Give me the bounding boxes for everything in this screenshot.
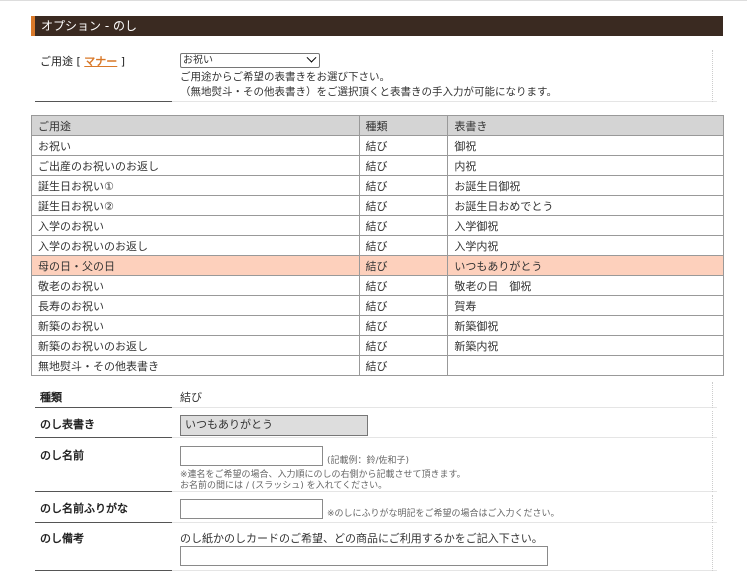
cell-omote: いつもありがとう [447, 255, 724, 276]
cell-type: 結び [358, 275, 449, 296]
usage-label-close: ] [117, 55, 126, 68]
cell-usage: 誕生日お祝い① [31, 175, 360, 196]
cell-omote [447, 355, 724, 376]
cell-omote: 新築御祝 [447, 315, 724, 336]
row-divider [172, 570, 717, 571]
table-row-selected[interactable]: 母の日・父の日 結び いつもありがとう [31, 255, 724, 276]
table-row[interactable]: お祝い 結び 御祝 [31, 135, 724, 156]
table-header-row: ご用途 種類 表書き [31, 115, 724, 136]
table-row[interactable]: 新築のお祝い 結び 新築御祝 [31, 315, 724, 336]
top-divider [0, 0, 747, 1]
furigana-note: ※のしにふりがな明記をご希望の場合はご入力ください。 [327, 509, 560, 519]
bikou-input[interactable] [180, 546, 548, 566]
row-divider [172, 407, 717, 408]
cell-type: 結び [358, 195, 449, 216]
cell-type: 結び [358, 135, 449, 156]
row-dotted-edge [712, 50, 713, 102]
label-underline [35, 570, 172, 571]
usage-help-text: ご用途からご希望の表書きをお選び下さい。 [180, 71, 390, 83]
row-dotted-edge [712, 526, 713, 571]
cell-usage: 無地熨斗・その他表書き [31, 355, 360, 376]
cell-usage: 入学のお祝いのお返し [31, 235, 360, 256]
cell-omote: 新築内祝 [447, 335, 724, 356]
type-value: 結び [180, 391, 202, 404]
name-example: (記載例：鈴/佐和子) [327, 456, 410, 466]
cell-usage: 敬老のお祝い [31, 275, 360, 296]
cell-omote: お誕生日おめでとう [447, 195, 724, 216]
column-header-type: 種類 [358, 115, 449, 136]
row-divider [172, 101, 717, 102]
omote-label: のし表書き [40, 418, 95, 431]
row-divider [172, 491, 717, 492]
cell-omote: 入学御祝 [447, 215, 724, 236]
cell-type: 結び [358, 175, 449, 196]
table-row[interactable]: 入学のお祝い 結び 入学御祝 [31, 215, 724, 236]
row-dotted-edge [712, 411, 713, 438]
cell-usage: ご出産のお祝いのお返し [31, 155, 360, 176]
cell-type: 結び [358, 235, 449, 256]
table-row[interactable]: 誕生日お祝い① 結び お誕生日御祝 [31, 175, 724, 196]
label-underline [35, 437, 172, 438]
cell-usage: 誕生日お祝い② [31, 195, 360, 216]
label-underline [35, 491, 172, 492]
table-row[interactable]: 無地熨斗・その他表書き 結び [31, 355, 724, 376]
cell-type: 結び [358, 355, 449, 376]
furigana-label: のし名前ふりがな [40, 502, 128, 515]
table-row[interactable]: 誕生日お祝い② 結び お誕生日おめでとう [31, 195, 724, 216]
cell-type: 結び [358, 295, 449, 316]
cell-usage: お祝い [31, 135, 360, 156]
table-row[interactable]: 敬老のお祝い 結び 敬老の日 御祝 [31, 275, 724, 296]
row-divider [172, 522, 717, 523]
usage-table: ご用途 種類 表書き お祝い 結び 御祝 ご出産のお祝いのお返し 結び 内祝 誕… [31, 115, 724, 376]
label-underline [35, 522, 172, 523]
table-row[interactable]: 新築のお祝いのお返し 結び 新築内祝 [31, 335, 724, 356]
manner-link[interactable]: マナー [84, 55, 117, 68]
table-row[interactable]: 長寿のお祝い 結び 賀寿 [31, 295, 724, 316]
cell-usage: 入学のお祝い [31, 215, 360, 236]
name-note-2: お名前の間には / (スラッシュ) を入れてください。 [180, 481, 388, 491]
chevron-down-icon [306, 52, 317, 63]
cell-type: 結び [358, 315, 449, 336]
row-dotted-edge [712, 382, 713, 408]
table-row[interactable]: 入学のお祝いのお返し 結び 入学内祝 [31, 235, 724, 256]
cell-usage: 新築のお祝い [31, 315, 360, 336]
cell-omote: お誕生日御祝 [447, 175, 724, 196]
usage-label-text: ご用途 [ [40, 55, 85, 68]
cell-omote: 入学内祝 [447, 235, 724, 256]
usage-label: ご用途 [ マナー ] [40, 53, 125, 69]
omote-field: いつもありがとう [180, 415, 368, 436]
row-dotted-edge [712, 441, 713, 492]
name-input[interactable] [180, 446, 323, 466]
type-label: 種類 [40, 391, 62, 404]
cell-type: 結び [358, 255, 449, 276]
cell-type: 結び [358, 155, 449, 176]
usage-select[interactable]: お祝い [180, 52, 320, 68]
bikou-label: のし備考 [40, 532, 84, 545]
usage-select-value: お祝い [183, 55, 213, 66]
usage-help-text-2: （無地熨斗・その他表書き）をご選択頂くと表書きの手入力が可能になります。 [180, 86, 557, 98]
column-header-usage: ご用途 [31, 115, 360, 136]
cell-type: 結び [358, 215, 449, 236]
cell-usage: 母の日・父の日 [31, 255, 360, 276]
cell-usage: 長寿のお祝い [31, 295, 360, 316]
bikou-help: のし紙かのしカードのご希望、どの商品にご利用するかをご記入下さい。 [180, 532, 543, 545]
cell-omote: 御祝 [447, 135, 724, 156]
table-row[interactable]: ご出産のお祝いのお返し 結び 内祝 [31, 155, 724, 176]
cell-omote: 内祝 [447, 155, 724, 176]
cell-type: 結び [358, 335, 449, 356]
furigana-input[interactable] [180, 499, 323, 519]
label-underline [35, 407, 172, 408]
section-header: オプション - のし [31, 16, 723, 36]
row-dotted-edge [712, 495, 713, 523]
cell-usage: 新築のお祝いのお返し [31, 335, 360, 356]
column-header-omote: 表書き [447, 115, 724, 136]
label-underline [35, 101, 172, 102]
name-label: のし名前 [40, 449, 84, 462]
row-divider [172, 437, 717, 438]
cell-omote: 敬老の日 御祝 [447, 275, 724, 296]
cell-omote: 賀寿 [447, 295, 724, 316]
